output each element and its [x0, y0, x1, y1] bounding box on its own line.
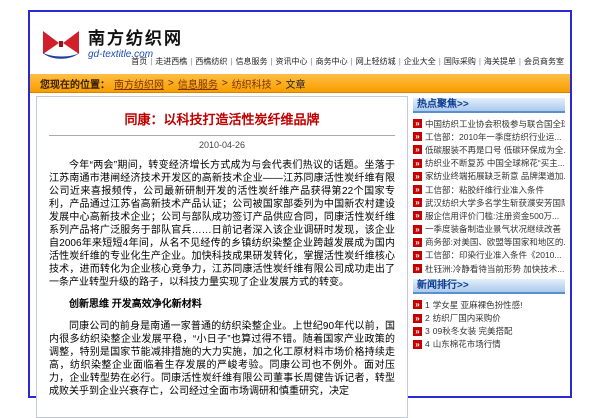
- hot-item[interactable]: »工信部：粘胶纤维行业准入条件: [413, 183, 565, 196]
- nav-item-enterprise-directory[interactable]: 企业大全: [404, 57, 436, 66]
- nav-item-news-center[interactable]: 资讯中心: [276, 57, 308, 66]
- nav-separator: |: [519, 57, 521, 66]
- rank-item-label: 09秋冬女装 完美搭配: [433, 325, 513, 337]
- site-header: 南方纺织网 gd-textitle.com 首页|走进西樵|西樵纺织|信息服务|…: [30, 12, 570, 74]
- article-date: 2010-04-26: [49, 140, 395, 150]
- double-arrow-bullet-icon: »: [413, 211, 422, 220]
- rank-item-label: 山东棉花市场行情: [433, 338, 501, 350]
- double-arrow-bullet-icon: »: [413, 159, 422, 168]
- rank-number: 3: [425, 326, 430, 336]
- hot-item[interactable]: »服企信用评价门槛:注册资金500万...: [413, 209, 565, 222]
- nav-separator: |: [351, 57, 353, 66]
- nav-item-business-center[interactable]: 商务中心: [316, 57, 348, 66]
- hot-item[interactable]: »纺织业不断复苏 中国全球棉花“买主...: [413, 157, 565, 170]
- double-arrow-bullet-icon: »: [413, 300, 422, 309]
- hot-focus-header[interactable]: 热点聚焦>>: [413, 98, 565, 113]
- article-paragraph: 同康公司的前身是南通一家普通的纺织染整企业。上世纪90年代以前，国内很多纺织染整…: [49, 320, 395, 398]
- article-panel: 同康：以科技打造活性炭纤维品牌 2010-04-26 今年“两会”期间，转变经济…: [36, 96, 408, 418]
- hot-item-label: 商务部:对美国、欧盟等国家和地区的...: [425, 236, 565, 248]
- page-container: 南方纺织网 gd-textitle.com 首页|走进西樵|西樵纺织|信息服务|…: [28, 10, 572, 398]
- double-arrow-bullet-icon: »: [413, 238, 422, 247]
- article-body: 今年“两会”期间，转变经济增长方式成为与会代表们热议的话题。坐落于江苏南通市港闸…: [49, 159, 395, 398]
- nav-separator: |: [150, 57, 152, 66]
- double-arrow-bullet-icon: »: [413, 198, 422, 207]
- hot-item-label: 一季度装备制造业景气状况继续改善: [425, 223, 561, 235]
- hot-item[interactable]: »一季度装备制造业景气状况继续改善: [413, 223, 565, 236]
- hot-item[interactable]: »工信部：2010年一季度纺织行业运...: [413, 130, 565, 143]
- breadcrumb-current-article: 文章: [286, 76, 306, 91]
- main-content: 同康：以科技打造活性炭纤维品牌 2010-04-26 今年“两会”期间，转变经济…: [36, 96, 565, 418]
- news-ranking-header[interactable]: 新闻排行>>: [413, 279, 565, 294]
- nav-separator: |: [270, 57, 272, 66]
- nav-item-member-room[interactable]: 会员商务室: [524, 57, 564, 66]
- hot-item[interactable]: »低碳服装不再是口号 低碳环保成为全...: [413, 143, 565, 156]
- site-name: 南方纺织网: [88, 30, 183, 49]
- hot-item-label: 纺织业不断复苏 中国全球棉花“买主...: [425, 157, 565, 169]
- nav-separator: |: [399, 57, 401, 66]
- rank-number: 4: [425, 339, 430, 349]
- hot-item-label: 工信部：印染行业准入条件《2010...: [425, 249, 562, 261]
- breadcrumb-separator: >: [168, 78, 174, 89]
- breadcrumb-label: 您现在的位置：: [40, 76, 110, 91]
- nav-separator: |: [311, 57, 313, 66]
- rank-number: 1: [425, 300, 430, 310]
- logo-butterfly-icon: [40, 28, 82, 62]
- double-arrow-bullet-icon: »: [413, 119, 422, 128]
- double-arrow-bullet-icon: »: [413, 172, 422, 181]
- double-arrow-bullet-icon: »: [413, 185, 422, 194]
- rank-number: 2: [425, 313, 430, 323]
- rank-item[interactable]: »1学女星 亚麻裸色扮性感!: [413, 298, 565, 311]
- double-arrow-bullet-icon: »: [413, 327, 422, 336]
- nav-item-customs-bill[interactable]: 海关提单: [484, 57, 516, 66]
- hot-item[interactable]: »家纺业终端拓展缺乏新意 品牌渠道加...: [413, 170, 565, 183]
- hot-item-label: 家纺业终端拓展缺乏新意 品牌渠道加...: [425, 170, 565, 182]
- double-arrow-bullet-icon: »: [413, 264, 422, 273]
- hot-item-label: 服企信用评价门槛:注册资金500万...: [425, 210, 559, 222]
- article-subheading: 创新思维 开发高效净化新材料: [49, 298, 395, 311]
- nav-item-home[interactable]: 首页: [131, 57, 147, 66]
- rank-item[interactable]: »2纺织厂国内采购价: [413, 311, 565, 324]
- double-arrow-bullet-icon: »: [413, 225, 422, 234]
- nav-item-about-xiqiao[interactable]: 走进西樵: [155, 57, 187, 66]
- sidebar: 热点聚焦>> »中国纺织工业协会积极参与联合国全球... »工信部：2010年一…: [413, 96, 565, 418]
- hot-item[interactable]: »工信部：印染行业准入条件《2010...: [413, 249, 565, 262]
- hot-item-label: 工信部：粘胶纤维行业准入条件: [425, 184, 544, 196]
- rank-item-label: 纺织厂国内采购价: [433, 312, 501, 324]
- double-arrow-bullet-icon: »: [413, 251, 422, 260]
- hot-item-label: 武汉纺织大学多名学生斩获濮安芳国际...: [425, 197, 565, 209]
- breadcrumb-separator: >: [222, 78, 228, 89]
- breadcrumb-link-textile-tech[interactable]: 纺织科技: [232, 76, 272, 91]
- hot-item[interactable]: »商务部:对美国、欧盟等国家和地区的...: [413, 236, 565, 249]
- breadcrumb-link-home[interactable]: 南方纺织网: [114, 76, 164, 91]
- nav-item-online-textile-city[interactable]: 网上轻纺城: [356, 57, 396, 66]
- rank-item[interactable]: »309秋冬女装 完美搭配: [413, 325, 565, 338]
- hot-item-label: 工信部：2010年一季度纺织行业运...: [425, 131, 562, 143]
- nav-separator: |: [439, 57, 441, 66]
- hot-item[interactable]: »中国纺织工业协会积极参与联合国全球...: [413, 117, 565, 130]
- breadcrumb-link-info-service[interactable]: 信息服务: [178, 76, 218, 91]
- hot-item-label: 杜钰洲:冷静看待当前形势 加快技术...: [425, 263, 564, 275]
- hot-item[interactable]: »杜钰洲:冷静看待当前形势 加快技术...: [413, 262, 565, 275]
- nav-item-info-service[interactable]: 信息服务: [235, 57, 267, 66]
- top-nav: 首页|走进西樵|西樵纺织|信息服务|资讯中心|商务中心|网上轻纺城|企业大全|国…: [131, 56, 564, 67]
- nav-separator: |: [479, 57, 481, 66]
- rank-item[interactable]: »4山东棉花市场行情: [413, 338, 565, 351]
- nav-separator: |: [190, 57, 192, 66]
- double-arrow-bullet-icon: »: [413, 314, 422, 323]
- nav-separator: |: [230, 57, 232, 66]
- hot-item-label: 中国纺织工业协会积极参与联合国全球...: [425, 118, 565, 130]
- hot-item-label: 低碳服装不再是口号 低碳环保成为全...: [425, 144, 565, 156]
- article-title: 同康：以科技打造活性炭纤维品牌: [49, 109, 395, 128]
- double-arrow-bullet-icon: »: [413, 132, 422, 141]
- double-arrow-bullet-icon: »: [413, 340, 422, 349]
- double-arrow-bullet-icon: »: [413, 145, 422, 154]
- nav-item-xiqiao-textile[interactable]: 西樵纺织: [195, 57, 227, 66]
- rank-item-label: 学女星 亚麻裸色扮性感!: [433, 299, 523, 311]
- hot-item[interactable]: »武汉纺织大学多名学生斩获濮安芳国际...: [413, 196, 565, 209]
- breadcrumb-separator: >: [276, 78, 282, 89]
- nav-item-international-procurement[interactable]: 国际采购: [444, 57, 476, 66]
- article-paragraph: 今年“两会”期间，转变经济增长方式成为与会代表们热议的话题。坐落于江苏南通市港闸…: [49, 159, 395, 289]
- title-divider: [49, 135, 395, 136]
- breadcrumb: 您现在的位置： 南方纺织网 > 信息服务 > 纺织科技 > 文章: [30, 74, 570, 93]
